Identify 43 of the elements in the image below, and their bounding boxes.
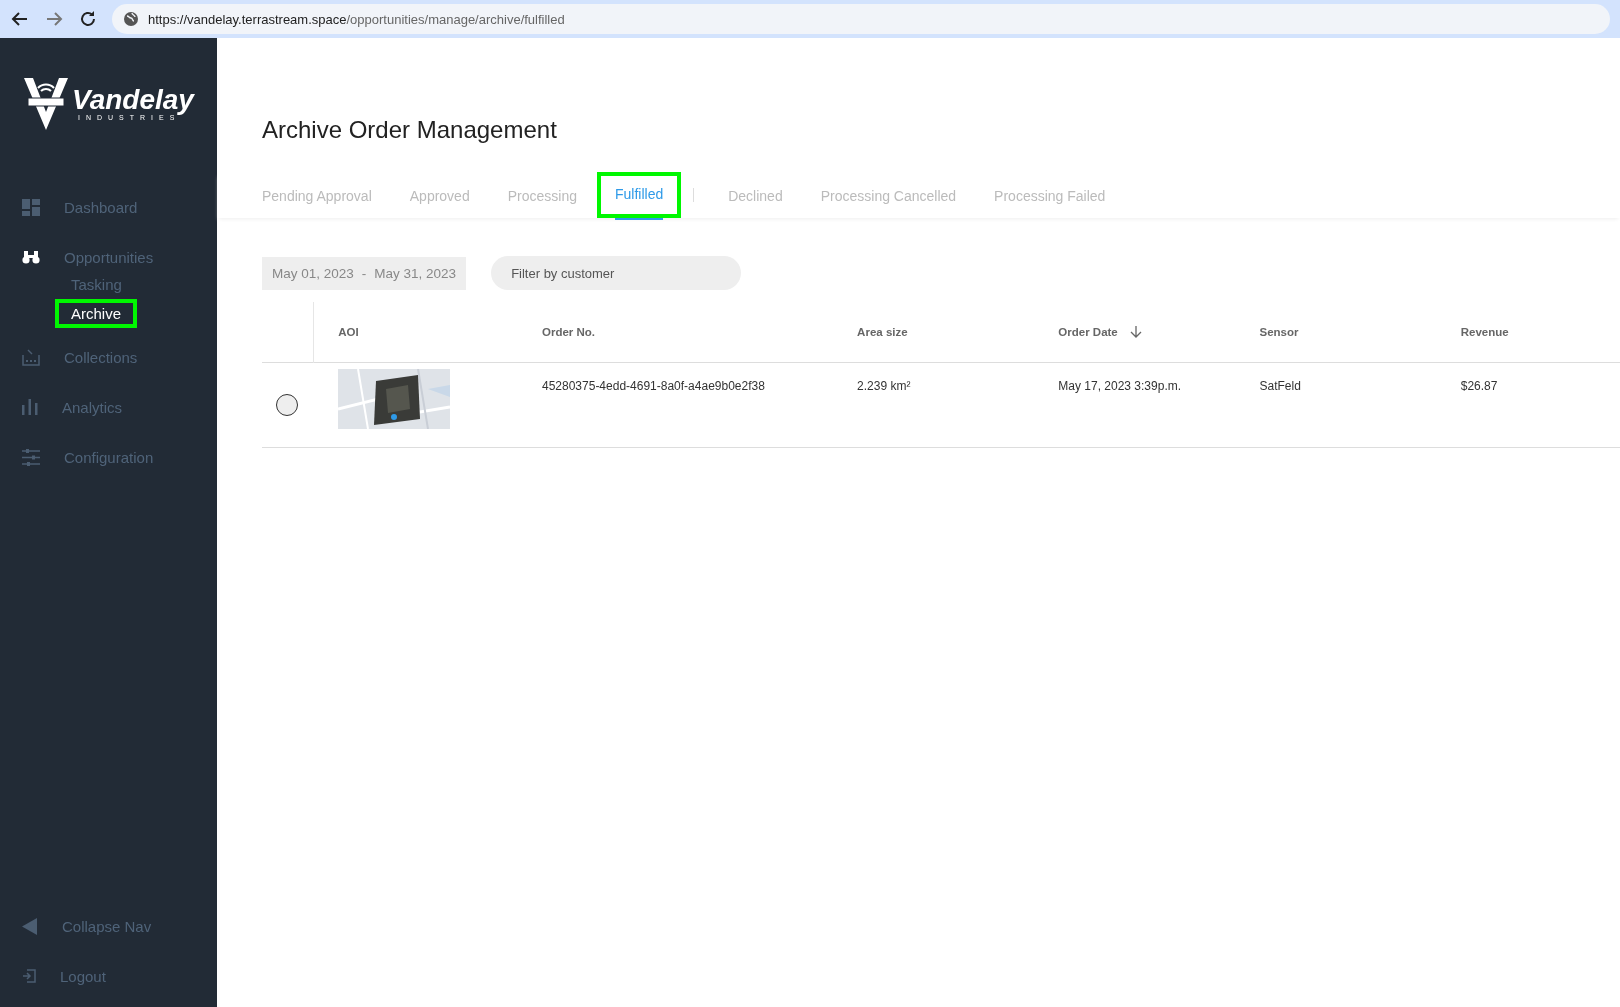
triangle-left-icon	[22, 917, 38, 935]
table-cell: $26.87	[1460, 379, 1498, 393]
column-header[interactable]: Revenue	[1460, 326, 1509, 338]
nav-subitem[interactable]: Tasking	[55, 270, 138, 299]
sort-arrow-icon[interactable]	[1129, 326, 1142, 339]
nav-item[interactable]: Analytics	[0, 382, 217, 432]
radio-button[interactable]	[276, 394, 298, 416]
date-range-field[interactable]: May 01, 2023 - May 31, 2023	[262, 256, 467, 290]
table-cell: 2.239 km²	[857, 379, 911, 393]
column-header[interactable]: Order Date	[1058, 325, 1118, 338]
column-header[interactable]: Order No.	[542, 326, 596, 338]
tab[interactable]: Declined	[710, 174, 801, 216]
table-cell: SatFeld	[1259, 379, 1301, 393]
nav-item[interactable]: Collapse Nav	[0, 901, 217, 951]
column-header[interactable]: AOI	[338, 326, 359, 338]
nav-item[interactable]: Configuration	[0, 432, 217, 482]
collections-icon	[22, 348, 40, 366]
tab[interactable]: Processing	[489, 174, 595, 216]
nav-item[interactable]: Collections	[0, 332, 217, 382]
tab[interactable]: Pending Approval	[262, 174, 390, 216]
dashboard-icon	[22, 198, 40, 216]
nav-item[interactable]: Logout	[0, 951, 217, 1001]
tab[interactable]: Fulfilled	[596, 172, 682, 218]
tab[interactable]: Processing Cancelled	[802, 174, 975, 216]
binoculars-icon	[22, 250, 40, 264]
bar-chart-icon	[22, 399, 38, 415]
page-title: Archive Order Management	[262, 116, 558, 144]
globe-icon	[124, 12, 138, 26]
logo-icon	[22, 76, 70, 130]
address-bar[interactable]: https://vandelay.terrastream.space/opportunities/manage/archive/fulfilled	[112, 4, 1610, 34]
customer-filter-field[interactable]: Filter by customer	[491, 256, 742, 290]
column-header[interactable]: Sensor	[1259, 326, 1299, 338]
logout-icon	[22, 969, 36, 983]
table-cell: 45280375-4edd-4691-8a0f-a4ae9b0e2f38	[542, 379, 765, 393]
sliders-icon	[22, 448, 40, 466]
column-header[interactable]: Area size	[857, 326, 908, 338]
table-cell: May 17, 2023 3:39p.m.	[1058, 379, 1182, 393]
tab[interactable]: Approved	[391, 174, 488, 216]
tab[interactable]: Processing Failed	[976, 174, 1124, 216]
nav-item[interactable]: Dashboard	[0, 182, 217, 232]
logo-name: Vandelay	[72, 85, 194, 114]
reload-icon[interactable]	[78, 9, 98, 29]
nav-subitem[interactable]: Archive	[55, 299, 138, 328]
